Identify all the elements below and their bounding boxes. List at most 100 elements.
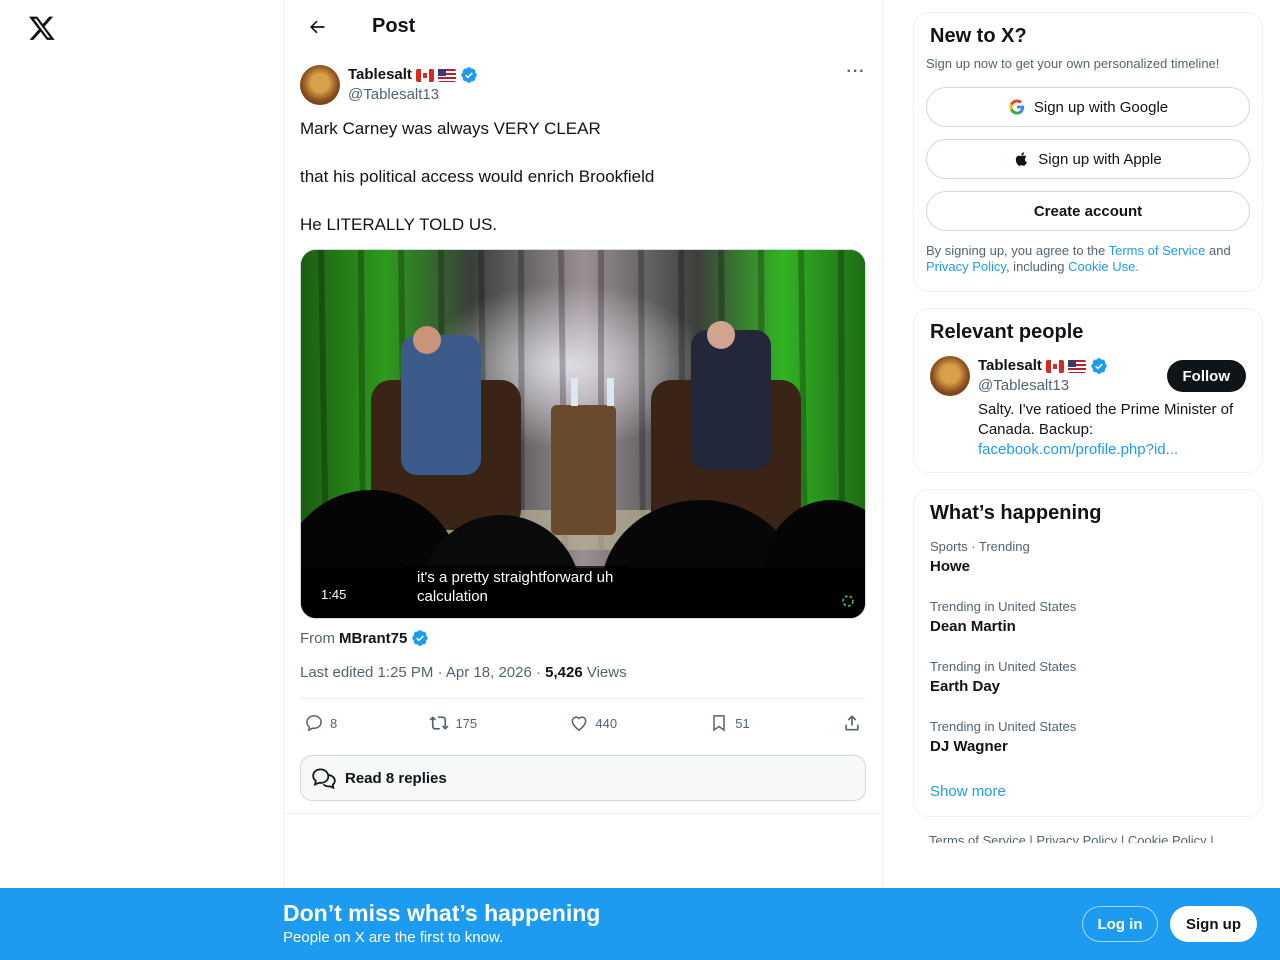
more-options-button[interactable]: ··· <box>846 63 866 85</box>
bottom-signup-bar: Don’t miss what’s happening People on X … <box>0 888 1280 960</box>
trend-name: Earth Day <box>930 678 1001 695</box>
terms-link[interactable]: Terms of Service <box>1109 243 1206 258</box>
source-account-link[interactable]: MBrant75 <box>339 630 407 647</box>
person-bio-link[interactable]: facebook.com/profile.php?id... <box>978 441 1178 458</box>
trend-name: Howe <box>930 558 971 575</box>
trend-item[interactable]: Trending in United States Dean Martin <box>914 587 1262 647</box>
canada-flag-icon <box>1045 359 1064 373</box>
create-account-label: Create account <box>1033 202 1143 220</box>
signup-google-button[interactable]: Sign up with Google <box>926 87 1250 127</box>
verified-badge-icon <box>1091 358 1107 374</box>
trend-meta: Trending in United States <box>930 599 1077 614</box>
repost-button[interactable]: 175 <box>429 713 477 733</box>
post-paragraph: He LITERALLY TOLD US. <box>300 215 498 234</box>
signup-apple-button[interactable]: Sign up with Apple <box>926 139 1250 179</box>
main-column: Post Tablesalt @Tablesalt13 ··· Mark Car… <box>283 0 883 960</box>
signup-legal: By signing up, you agree to the Terms of… <box>914 243 1262 291</box>
post-author: Tablesalt @Tablesalt13 ··· <box>300 63 866 105</box>
views-label: Views <box>582 664 627 681</box>
from-label: From <box>300 629 335 647</box>
video-caption: it's a pretty straightforward uh calcula… <box>405 566 627 608</box>
privacy-link[interactable]: Privacy Policy <box>926 259 1006 274</box>
repost-count: 175 <box>455 715 478 731</box>
arrow-left-icon <box>310 20 325 33</box>
post-text: Mark Carney was always VERY CLEAR that h… <box>300 117 866 237</box>
right-sidebar: New to X? Sign up now to get your own pe… <box>913 12 1263 843</box>
left-rail <box>0 0 283 960</box>
follow-button[interactable]: Follow <box>1166 360 1246 392</box>
video-duration: 1:45 <box>321 587 347 602</box>
action-bar: 8 175 440 51 <box>300 699 866 747</box>
heart-icon <box>571 716 587 731</box>
video-player[interactable]: 1:45 it's a pretty straightforward uh ca… <box>300 249 866 619</box>
bookmark-icon <box>713 715 726 732</box>
us-flag-icon <box>1067 359 1086 373</box>
more-dots-icon: ··· <box>846 63 866 80</box>
reply-count: 8 <box>330 715 338 731</box>
whats-happening-card: What’s happening Sports · Trending Howe … <box>913 489 1263 817</box>
trend-item[interactable]: Trending in United States DJ Wagner <box>914 707 1262 767</box>
relevant-people-title: Relevant people <box>930 321 1084 343</box>
trend-item[interactable]: Sports · Trending Howe <box>914 525 1262 587</box>
back-button[interactable] <box>300 10 334 44</box>
create-account-button[interactable]: Create account <box>926 191 1250 231</box>
sign-up-button[interactable]: Sign up <box>1170 906 1257 942</box>
post-paragraph: Mark Carney was always VERY CLEAR <box>300 119 601 138</box>
trend-item[interactable]: Trending in United States Earth Day <box>914 647 1262 707</box>
repost-icon <box>429 716 450 730</box>
like-count: 440 <box>595 715 618 731</box>
signup-google-label: Sign up with Google <box>1033 98 1169 116</box>
post-metadata: Last edited 1:25 PM · Apr 18, 2026 · 5,4… <box>300 664 866 699</box>
edited-timestamp[interactable]: Last edited 1:25 PM · Apr 18, 2026 · <box>300 664 545 681</box>
author-name-line: Tablesalt <box>348 65 478 85</box>
page-title: Post <box>372 15 416 37</box>
verified-badge-icon <box>461 67 477 83</box>
signup-subtitle: Sign up now to get your own personalized… <box>926 56 1220 71</box>
author-name[interactable]: Tablesalt <box>348 65 412 85</box>
read-replies-label: Read 8 replies <box>345 769 447 787</box>
author-handle[interactable]: @Tablesalt13 <box>348 85 478 105</box>
show-more-link[interactable]: Show more <box>914 767 1262 816</box>
conversation-icon <box>312 768 336 790</box>
share-button[interactable] <box>842 713 862 733</box>
relevant-person[interactable]: Tablesalt @Tablesalt13 Salty. I've ratio… <box>914 344 1262 472</box>
trend-meta: Sports · Trending <box>930 539 1030 554</box>
relevant-people-card: Relevant people Tablesalt @Tablesalt13 S… <box>913 308 1263 473</box>
post: Tablesalt @Tablesalt13 ··· Mark Carney w… <box>284 63 882 801</box>
author-meta: Tablesalt @Tablesalt13 <box>348 65 478 105</box>
canada-flag-icon <box>415 68 434 82</box>
apple-icon <box>1016 152 1028 166</box>
signup-title: New to X? <box>930 25 1027 47</box>
cookie-link[interactable]: Cookie Use. <box>1068 259 1139 274</box>
read-replies-button[interactable]: Read 8 replies <box>300 755 866 801</box>
reply-button[interactable]: 8 <box>304 713 337 733</box>
legal-text: By signing up, you agree to the <box>926 243 1109 258</box>
trend-name: DJ Wagner <box>930 738 1008 755</box>
legal-text: , including <box>1005 259 1069 274</box>
like-button[interactable]: 440 <box>569 713 617 733</box>
us-flag-icon <box>437 68 456 82</box>
bottom-bar-title: Don’t miss what’s happening <box>283 900 601 926</box>
avatar[interactable] <box>300 65 340 105</box>
legal-text: and <box>1205 243 1231 258</box>
x-logo-icon[interactable] <box>28 14 56 42</box>
share-icon <box>845 715 859 731</box>
signup-card: New to X? Sign up now to get your own pe… <box>913 12 1263 292</box>
bottom-bar-subtitle: People on X are the first to know. <box>283 929 504 946</box>
reply-icon <box>306 715 322 732</box>
post-paragraph: that his political access would enrich B… <box>300 167 655 186</box>
bookmark-button[interactable]: 51 <box>709 713 750 733</box>
source-attribution: From MBrant75 <box>300 629 866 647</box>
trend-name: Dean Martin <box>930 618 1016 635</box>
autoplay-icon[interactable] <box>839 592 857 610</box>
person-bio: Salty. I've ratioed the Prime Minister o… <box>978 400 1246 460</box>
log-in-button[interactable]: Log in <box>1082 906 1158 942</box>
divider <box>284 813 882 814</box>
person-name[interactable]: Tablesalt <box>978 356 1042 376</box>
video-frame <box>301 250 865 618</box>
avatar[interactable] <box>930 356 970 396</box>
trend-meta: Trending in United States <box>930 719 1077 734</box>
footer-links[interactable]: Terms of Service | Privacy Policy | Cook… <box>913 833 1263 843</box>
verified-badge-icon <box>412 630 429 646</box>
person-bio-text: Salty. I've ratioed the Prime Minister o… <box>978 401 1234 438</box>
